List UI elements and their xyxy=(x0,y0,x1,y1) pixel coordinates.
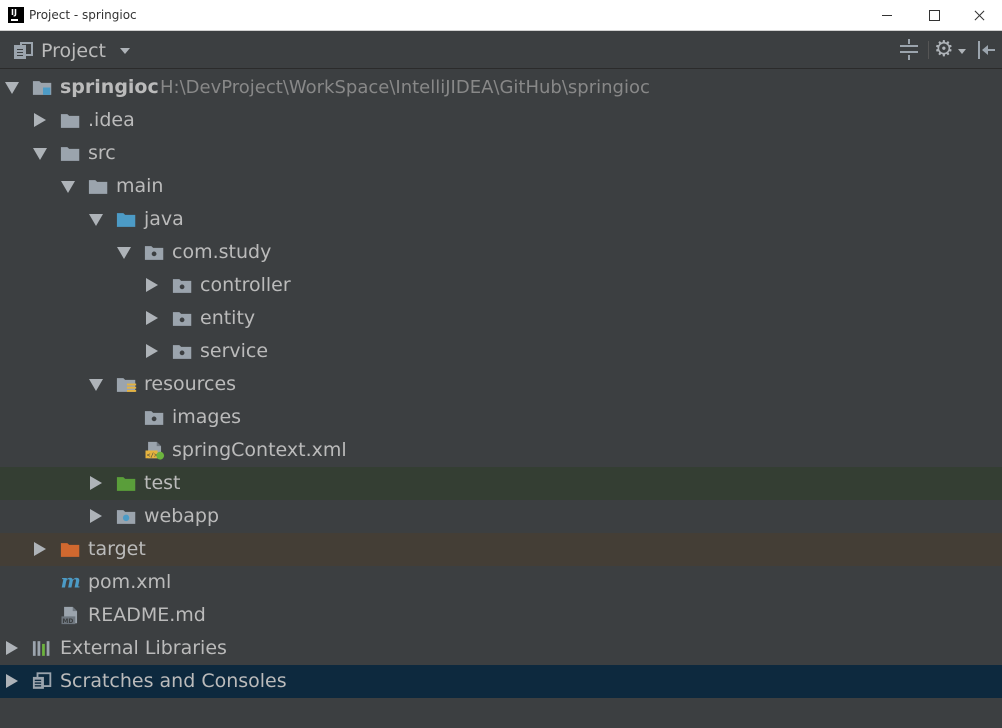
tree-row-pom-xml[interactable]: m pom.xml xyxy=(0,566,1002,599)
collapse-arrow-icon[interactable] xyxy=(6,674,18,688)
tree-row-com-study[interactable]: com.study xyxy=(0,236,1002,269)
libraries-icon xyxy=(32,641,50,656)
tree-row-images[interactable]: images xyxy=(0,401,1002,434)
module-folder-icon xyxy=(32,81,52,95)
tree-item-label: images xyxy=(172,406,242,428)
minimize-button[interactable] xyxy=(864,0,910,31)
tree-row-entity[interactable]: entity xyxy=(0,302,1002,335)
tree-row-src[interactable]: src xyxy=(0,137,1002,170)
collapse-arrow-icon[interactable] xyxy=(90,509,102,523)
tree-row-service[interactable]: service xyxy=(0,335,1002,368)
markdown-file-icon: MD xyxy=(61,606,78,625)
web-folder-icon xyxy=(116,510,136,524)
tree-row-readme-md[interactable]: MD README.md xyxy=(0,599,1002,632)
excluded-folder-icon xyxy=(60,543,80,557)
tree-row-webapp[interactable]: webapp xyxy=(0,500,1002,533)
tree-item-label: .idea xyxy=(88,109,135,131)
module-path: H:\DevProject\WorkSpace\IntelliJIDEA\Git… xyxy=(160,77,650,98)
resources-root-folder-icon xyxy=(116,378,137,392)
tree-item-label: springContext.xml xyxy=(172,439,347,461)
collapse-arrow-icon[interactable] xyxy=(146,278,158,292)
expand-arrow-icon[interactable] xyxy=(89,379,103,391)
collapse-arrow-icon[interactable] xyxy=(6,641,18,655)
tree-row-main[interactable]: main xyxy=(0,170,1002,203)
svg-text:m: m xyxy=(61,573,81,592)
tree-row-idea[interactable]: .idea xyxy=(0,104,1002,137)
scratches-icon xyxy=(32,672,52,689)
tree-item-label: External Libraries xyxy=(60,637,227,659)
tree-item-label: service xyxy=(200,340,269,362)
tree-row-target[interactable]: target xyxy=(0,533,1002,566)
tree-row-springioc[interactable]: springioc H:\DevProject\WorkSpace\Intell… xyxy=(0,71,1002,104)
folder-icon xyxy=(60,114,80,128)
tree-item-label: target xyxy=(88,538,146,560)
tree-row-resources[interactable]: resources xyxy=(0,368,1002,401)
source-root-folder-icon xyxy=(116,213,136,227)
collapse-arrow-icon[interactable] xyxy=(90,476,102,490)
tree-item-label: controller xyxy=(200,274,291,296)
package-icon xyxy=(172,312,192,326)
expand-arrow-icon[interactable] xyxy=(33,148,47,160)
folder-icon xyxy=(60,147,80,161)
window-title-bar: IJ Project - springioc xyxy=(0,0,1002,31)
maven-file-icon: m xyxy=(61,573,81,592)
tree-item-label: entity xyxy=(200,307,256,329)
folder-icon xyxy=(88,180,108,194)
close-button[interactable] xyxy=(956,0,1002,31)
svg-text:MD: MD xyxy=(62,618,73,625)
tree-row-scratches-and-consoles[interactable]: Scratches and Consoles xyxy=(0,665,1002,698)
tree-item-label: com.study xyxy=(172,241,272,263)
package-icon xyxy=(172,279,192,293)
expand-arrow-icon[interactable] xyxy=(5,82,19,94)
intellij-app-icon: IJ xyxy=(8,7,24,23)
expand-arrow-icon[interactable] xyxy=(61,181,75,193)
hide-panel-icon[interactable] xyxy=(976,41,996,59)
maximize-button[interactable] xyxy=(910,0,956,31)
tree-row-test[interactable]: test xyxy=(0,467,1002,500)
tree-item-label: main xyxy=(116,175,164,197)
collapse-arrow-icon[interactable] xyxy=(146,311,158,325)
project-view-selector[interactable]: Project xyxy=(41,40,106,62)
tree-item-label: webapp xyxy=(144,505,220,527)
tree-item-label: springioc xyxy=(60,76,159,98)
gear-icon[interactable]: ⚙ xyxy=(934,39,968,61)
tree-item-label: resources xyxy=(144,373,237,395)
project-view-icon xyxy=(14,42,36,60)
chevron-down-icon[interactable] xyxy=(120,48,130,54)
package-icon xyxy=(144,411,164,425)
spring-xml-file-icon: </> xyxy=(145,441,165,460)
tree-row-java[interactable]: java xyxy=(0,203,1002,236)
collapse-arrow-icon[interactable] xyxy=(34,113,46,127)
tree-item-label: pom.xml xyxy=(88,571,172,593)
tree-row-controller[interactable]: controller xyxy=(0,269,1002,302)
tree-item-label: test xyxy=(144,472,181,494)
collapse-arrow-icon[interactable] xyxy=(34,542,46,556)
tree-item-label: java xyxy=(144,208,184,230)
tree-item-label: README.md xyxy=(88,604,206,626)
expand-arrow-icon[interactable] xyxy=(89,214,103,226)
tree-item-label: Scratches and Consoles xyxy=(60,670,287,692)
package-icon xyxy=(172,345,192,359)
project-tool-window-header: Project ⚙ xyxy=(0,31,1002,69)
tree-row-springcontext-xml[interactable]: </> springContext.xml xyxy=(0,434,1002,467)
tree-row-external-libraries[interactable]: External Libraries xyxy=(0,632,1002,665)
package-icon xyxy=(144,246,164,260)
collapse-all-icon[interactable] xyxy=(898,39,920,61)
collapse-arrow-icon[interactable] xyxy=(146,344,158,358)
project-tree: springioc H:\DevProject\WorkSpace\Intell… xyxy=(0,70,1002,698)
window-title: Project - springioc xyxy=(29,8,137,22)
expand-arrow-icon[interactable] xyxy=(117,247,131,259)
toolbar-separator xyxy=(928,41,929,59)
tree-item-label: src xyxy=(88,142,116,164)
test-root-folder-icon xyxy=(116,477,136,491)
